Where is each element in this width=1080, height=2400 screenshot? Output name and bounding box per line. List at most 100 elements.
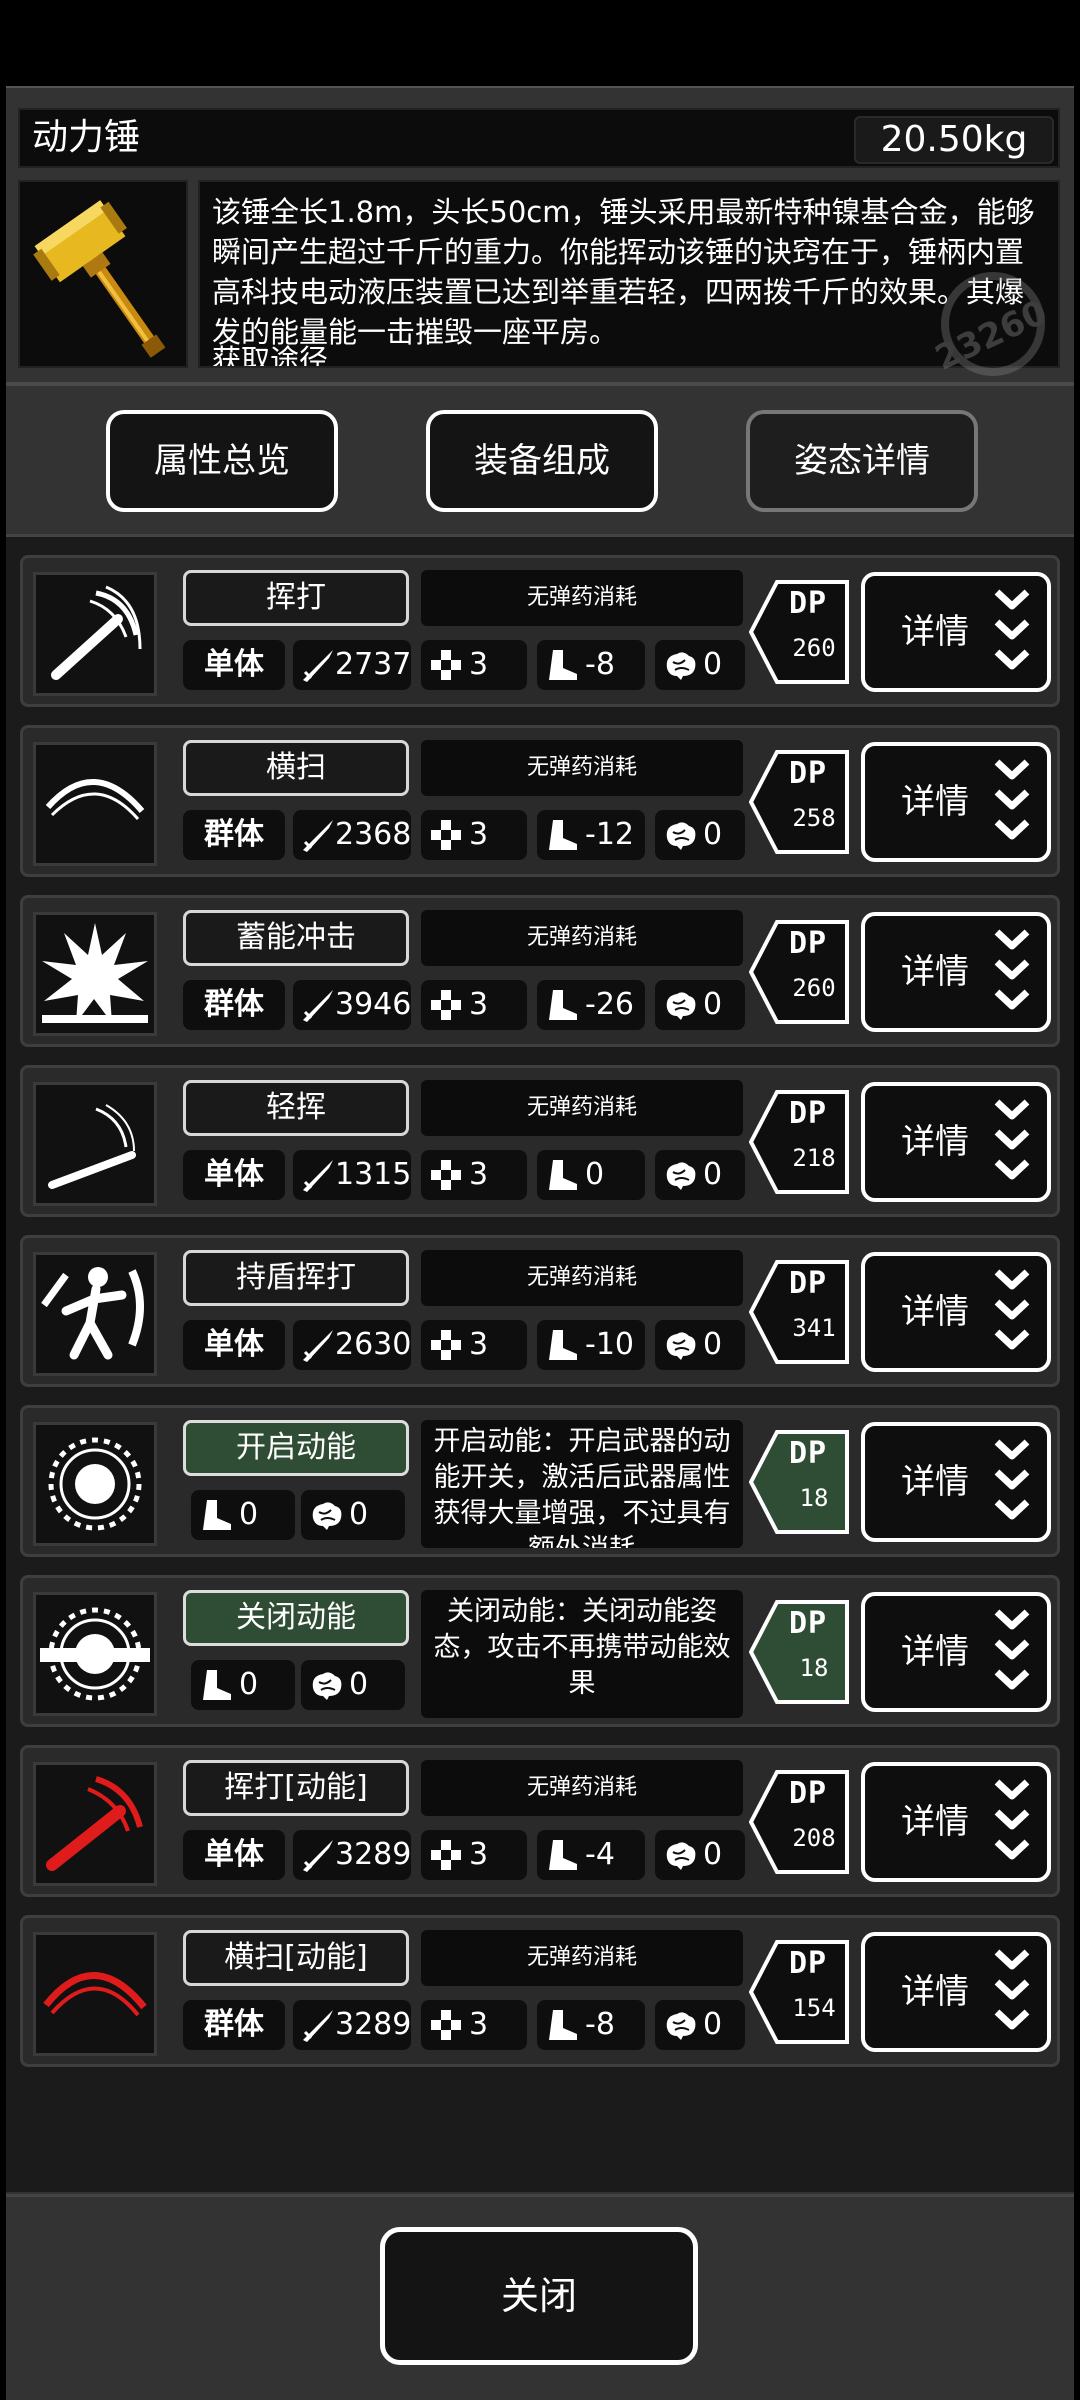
item-description-cutoff: 获取途径 <box>212 343 329 368</box>
skill-row[interactable]: 挥打 无弹药消耗 单体 2737 3 -8 0 DP 260 详情 <box>20 555 1060 707</box>
skill-row[interactable]: 横扫[动能] 无弹药消耗 群体 3289 3 -8 0 DP 154 详情 <box>20 1915 1060 2067</box>
sanity-value: 0 <box>703 2007 723 2042</box>
detail-label: 详情 <box>901 1972 969 2012</box>
dp-value: 154 <box>792 1994 836 2022</box>
skill-name: 开启动能 <box>183 1420 409 1476</box>
target-type: 群体 <box>183 980 285 1030</box>
sanity-stat: 0 <box>655 1320 745 1370</box>
dp-cost-badge: DP 18 <box>749 1600 851 1704</box>
shield-swing-icon <box>33 1252 157 1376</box>
move-value: -10 <box>585 1327 634 1362</box>
dp-label: DP <box>789 586 828 621</box>
skill-cost-description: 无弹药消耗 <box>421 1080 743 1136</box>
checker-icon <box>427 2006 465 2044</box>
tab-attribute-overview[interactable]: 属性总览 <box>106 410 338 512</box>
skill-cost-description: 关闭动能：关闭动能姿态，攻击不再携带动能效果 <box>421 1590 743 1718</box>
dp-value: 260 <box>792 634 836 662</box>
sanity-stat: 0 <box>655 1830 745 1880</box>
detail-button[interactable]: 详情 <box>861 742 1051 862</box>
hit-stat: 3 <box>421 1150 527 1200</box>
skill-name: 横扫[动能] <box>183 1930 409 1986</box>
brain-icon <box>661 646 699 684</box>
brain-icon <box>307 1496 345 1534</box>
checker-icon <box>427 1156 465 1194</box>
explosion-icon <box>33 912 157 1036</box>
detail-button[interactable]: 详情 <box>861 572 1051 692</box>
skill-cost-description: 开启动能：开启武器的动能开关，激活后武器属性获得大量增强，不过具有额外消耗 <box>421 1420 743 1548</box>
hit-value: 3 <box>469 1837 489 1872</box>
dp-cost-badge: DP 260 <box>749 580 851 684</box>
target-type: 群体 <box>183 810 285 860</box>
dp-label: DP <box>789 1946 828 1981</box>
chevron-down-icon <box>991 1434 1033 1530</box>
dp-value: 18 <box>799 1654 829 1682</box>
detail-button[interactable]: 详情 <box>861 912 1051 1032</box>
detail-label: 详情 <box>901 1462 969 1502</box>
chevron-down-icon <box>991 754 1033 850</box>
sanity-value: 0 <box>349 1497 369 1532</box>
brain-icon <box>661 1836 699 1874</box>
target-type: 群体 <box>183 2000 285 2050</box>
attack-value: 2368 <box>335 817 412 852</box>
sanity-stat: 0 <box>655 810 745 860</box>
hit-value: 3 <box>469 1157 489 1192</box>
checker-icon <box>427 1836 465 1874</box>
chevron-down-icon <box>991 1944 1033 2040</box>
tab-equipment-composition[interactable]: 装备组成 <box>426 410 658 512</box>
skill-row[interactable]: 关闭动能 关闭动能：关闭动能姿态，攻击不再携带动能效果 0 0 DP 18 详情 <box>20 1575 1060 1727</box>
attack-stat: 2368 <box>293 810 411 860</box>
move-value: -26 <box>585 987 634 1022</box>
dp-value: 18 <box>799 1484 829 1512</box>
move-stat: -12 <box>537 810 645 860</box>
move-value: -4 <box>585 1837 615 1872</box>
detail-label: 详情 <box>901 612 969 652</box>
move-stat: -26 <box>537 980 645 1030</box>
skill-row[interactable]: 蓄能冲击 无弹药消耗 群体 3946 3 -26 0 DP 260 详情 <box>20 895 1060 1047</box>
close-button[interactable]: 关闭 <box>380 2227 698 2365</box>
chevron-down-icon <box>991 1604 1033 1700</box>
detail-button[interactable]: 详情 <box>861 1422 1051 1542</box>
chevron-down-icon <box>991 584 1033 680</box>
detail-label: 详情 <box>901 1122 969 1162</box>
detail-button[interactable]: 详情 <box>861 1762 1051 1882</box>
skill-cost-description: 无弹药消耗 <box>421 570 743 626</box>
detail-button[interactable]: 详情 <box>861 1592 1051 1712</box>
skill-row[interactable]: 持盾挥打 无弹药消耗 单体 2630 3 -10 0 DP 341 详情 <box>20 1235 1060 1387</box>
chevron-down-icon <box>991 1774 1033 1870</box>
hit-stat: 3 <box>421 2000 527 2050</box>
move-stat: 0 <box>191 1660 295 1710</box>
power-off-icon <box>33 1592 157 1716</box>
skill-name: 蓄能冲击 <box>183 910 409 966</box>
skill-row[interactable]: 开启动能开启动能：开启武器的动能开关，激活后武器属性获得大量增强，不过具有额外消… <box>20 1405 1060 1557</box>
detail-button[interactable]: 详情 <box>861 1252 1051 1372</box>
target-type: 单体 <box>183 1830 285 1880</box>
target-type: 单体 <box>183 1320 285 1370</box>
sanity-value: 0 <box>349 1667 369 1702</box>
skill-cost-description: 无弹药消耗 <box>421 740 743 796</box>
attack-value: 3946 <box>335 987 412 1022</box>
skill-row[interactable]: 横扫 无弹药消耗 群体 2368 3 -12 0 DP 258 详情 <box>20 725 1060 877</box>
checker-icon <box>427 986 465 1024</box>
tab-stance-details[interactable]: 姿态详情 <box>746 410 978 512</box>
dp-label: DP <box>789 1266 828 1301</box>
sanity-value: 0 <box>703 647 723 682</box>
hit-value: 3 <box>469 817 489 852</box>
move-value: -12 <box>585 817 634 852</box>
boot-icon <box>543 986 581 1024</box>
sword-icon <box>299 646 337 684</box>
sword-icon <box>299 1326 337 1364</box>
skill-row[interactable]: 挥打[动能] 无弹药消耗 单体 3289 3 -4 0 DP 208 详情 <box>20 1745 1060 1897</box>
hit-stat: 3 <box>421 1320 527 1370</box>
detail-button[interactable]: 详情 <box>861 1082 1051 1202</box>
skill-list[interactable]: 挥打 无弹药消耗 单体 2737 3 -8 0 DP 260 详情 横扫 无弹药消耗 群体 2368 3 -1… <box>6 534 1074 2192</box>
checker-icon <box>427 646 465 684</box>
boot-icon <box>543 2006 581 2044</box>
target-type: 单体 <box>183 640 285 690</box>
dp-value: 260 <box>792 974 836 1002</box>
detail-button[interactable]: 详情 <box>861 1932 1051 2052</box>
swing-icon <box>33 572 157 696</box>
dp-cost-badge: DP 154 <box>749 1940 851 2044</box>
skill-name: 轻挥 <box>183 1080 409 1136</box>
skill-row[interactable]: 轻挥 无弹药消耗 单体 1315 3 0 0 DP 218 详情 <box>20 1065 1060 1217</box>
dp-cost-badge: DP 218 <box>749 1090 851 1194</box>
